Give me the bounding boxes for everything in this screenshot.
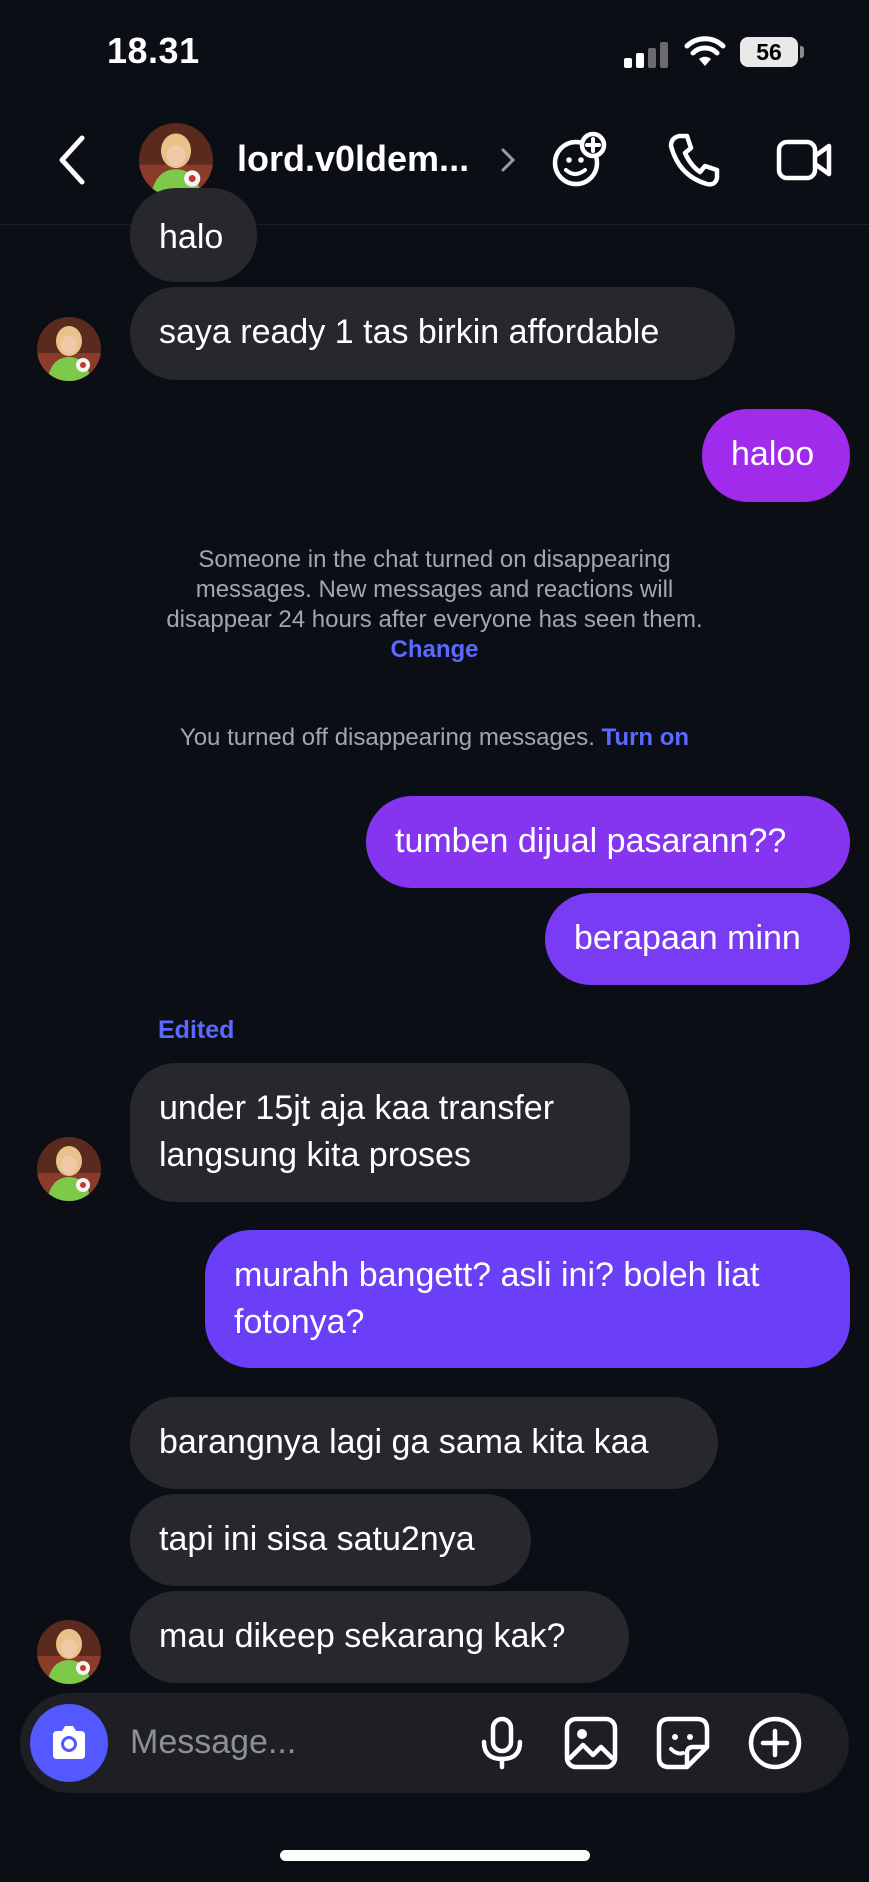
disappearing-messages-notice: Someone in the chat turned on disappeari…	[0, 545, 869, 665]
message-text-line: fotonya?	[234, 1303, 365, 1341]
wifi-icon	[684, 36, 726, 66]
contact-username[interactable]: lord.v0ldem...	[237, 138, 469, 180]
chevron-right-icon[interactable]	[498, 144, 518, 176]
status-bar: 18.31 56	[0, 0, 869, 100]
change-link[interactable]: Change	[390, 636, 478, 663]
home-indicator[interactable]	[280, 1850, 590, 1861]
notice-line: messages. New messages and reactions wil…	[195, 576, 674, 603]
message-text: mau dikeep sekarang kak?	[159, 1617, 566, 1655]
message-bubble-outgoing[interactable]: murahh bangett? asli ini? boleh liat fot…	[205, 1230, 850, 1368]
notice-line: disappear 24 hours after everyone has se…	[166, 606, 703, 633]
message-bubble-incoming[interactable]: mau dikeep sekarang kak?	[130, 1591, 629, 1683]
battery-icon: 56	[740, 37, 798, 67]
gallery-icon[interactable]	[563, 1715, 619, 1771]
chat-header: lord.v0ldem...	[0, 100, 869, 225]
turn-on-link[interactable]: Turn on	[602, 724, 690, 751]
effects-sticker-icon[interactable]	[549, 130, 609, 190]
message-text: tumben dijual pasarann??	[395, 822, 787, 860]
message-bubble-outgoing[interactable]: tumben dijual pasarann??	[366, 796, 850, 888]
camera-icon	[53, 1726, 85, 1759]
message-bubble-outgoing[interactable]: berapaan minn	[545, 893, 850, 985]
message-text: barangnya lagi ga sama kita kaa	[159, 1423, 649, 1461]
message-bubble-outgoing[interactable]: haloo	[702, 409, 850, 502]
message-text: halo	[159, 218, 224, 256]
back-chevron-icon[interactable]	[50, 130, 94, 190]
sender-avatar[interactable]	[37, 1137, 101, 1201]
message-bubble-incoming[interactable]: barangnya lagi ga sama kita kaa	[130, 1397, 718, 1489]
phone-icon[interactable]	[663, 130, 723, 190]
notice-text: You turned off disappearing messages.	[179, 724, 595, 751]
disappearing-off-notice: You turned off disappearing messages. Tu…	[0, 723, 869, 753]
microphone-icon[interactable]	[474, 1715, 530, 1771]
message-text-line: under 15jt aja kaa transfer	[159, 1089, 555, 1127]
battery-tip	[800, 46, 804, 58]
message-bubble-incoming[interactable]: tapi ini sisa satu2nya	[130, 1494, 531, 1586]
message-input[interactable]: Message...	[130, 1723, 296, 1762]
message-text-line: langsung kita proses	[159, 1136, 471, 1174]
notice-line: Someone in the chat turned on disappeari…	[198, 546, 671, 573]
message-text: tapi ini sisa satu2nya	[159, 1520, 475, 1558]
sender-avatar[interactable]	[37, 317, 101, 381]
message-text: haloo	[731, 435, 815, 473]
message-composer: Message...	[20, 1693, 849, 1793]
cellular-signal-icon	[624, 42, 670, 68]
contact-avatar[interactable]	[139, 123, 213, 197]
edited-label: Edited	[158, 1016, 235, 1044]
message-text: saya ready 1 tas birkin affordable	[159, 313, 660, 351]
message-bubble-incoming[interactable]: saya ready 1 tas birkin affordable	[130, 287, 735, 380]
message-text-line: murahh bangett? asli ini? boleh liat	[234, 1256, 760, 1294]
message-text: berapaan minn	[574, 919, 801, 957]
camera-button[interactable]	[30, 1704, 108, 1782]
message-bubble-incoming[interactable]: under 15jt aja kaa transfer langsung kit…	[130, 1063, 630, 1202]
plus-icon[interactable]	[747, 1715, 803, 1771]
status-time: 18.31	[107, 30, 200, 71]
video-camera-icon[interactable]	[775, 130, 835, 190]
message-bubble-incoming[interactable]: halo	[130, 188, 257, 282]
sender-avatar[interactable]	[37, 1620, 101, 1684]
sticker-icon[interactable]	[655, 1715, 711, 1771]
